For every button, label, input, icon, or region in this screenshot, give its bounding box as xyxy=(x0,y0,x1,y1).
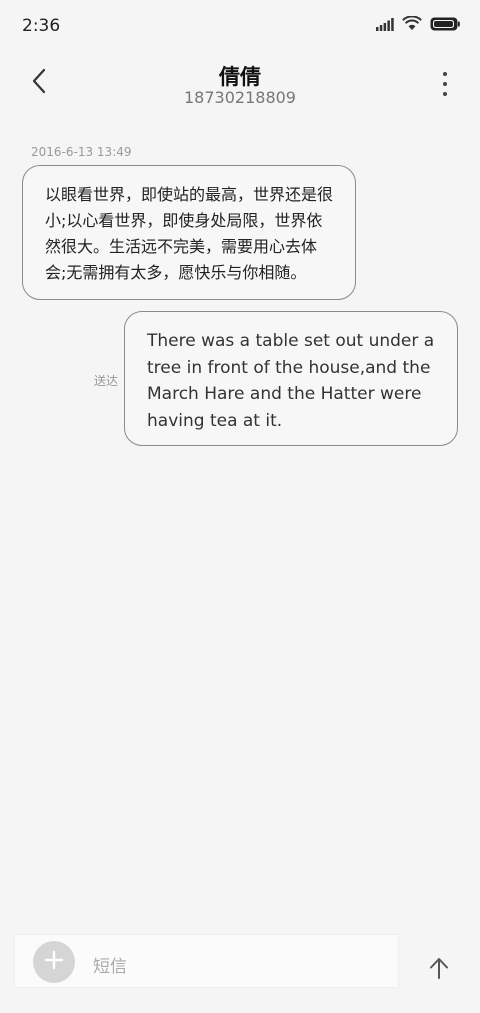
message-timestamp: 2016-6-13 13:49 xyxy=(31,145,132,159)
incoming-message-text: 以眼看世界，即使站的最高，世界还是很小;以心看世界，即使身处局限，世界依然很大。… xyxy=(45,185,334,282)
incoming-message-bubble[interactable]: 以眼看世界，即使站的最高，世界还是很小;以心看世界，即使身处局限，世界依然很大。… xyxy=(22,165,356,300)
conversation-header: 倩倩 18730218809 xyxy=(0,52,480,122)
send-arrow-icon xyxy=(429,957,449,983)
add-icon xyxy=(44,950,64,974)
status-bar: 2:36 xyxy=(0,0,480,52)
outgoing-message-text: There was a table set out under a tree i… xyxy=(147,331,435,431)
status-icons xyxy=(376,15,460,35)
send-button[interactable] xyxy=(424,955,454,985)
delivery-status: 送达 xyxy=(94,374,119,388)
battery-icon xyxy=(430,16,460,35)
wifi-icon xyxy=(402,15,422,35)
contact-name: 倩倩 xyxy=(219,65,261,89)
more-vertical-icon xyxy=(443,72,447,76)
message-composer: 短信 xyxy=(14,934,399,988)
add-attachment-button[interactable] xyxy=(33,941,75,983)
message-input[interactable]: 短信 xyxy=(93,952,127,977)
status-time: 2:36 xyxy=(22,16,61,36)
contact-phone-number: 18730218809 xyxy=(184,88,296,107)
more-options-button[interactable] xyxy=(440,72,450,96)
signal-icon xyxy=(376,16,394,35)
outgoing-message-bubble[interactable]: There was a table set out under a tree i… xyxy=(124,311,458,446)
